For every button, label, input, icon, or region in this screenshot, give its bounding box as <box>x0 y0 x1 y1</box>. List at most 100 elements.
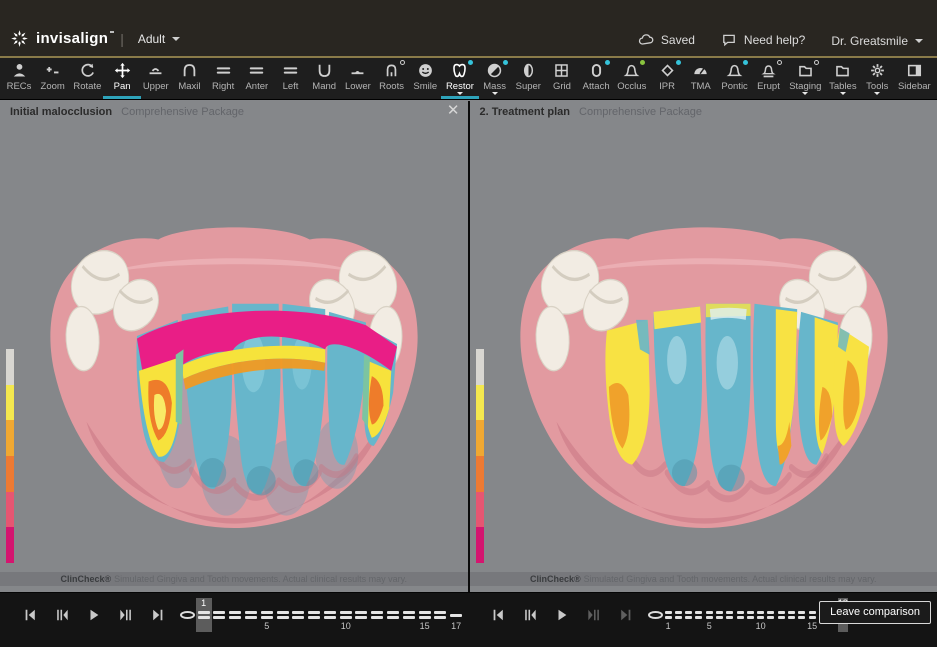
lines2-icon <box>248 62 265 79</box>
toolbar-item-label: Right <box>212 81 234 92</box>
timeline-stage-14[interactable] <box>797 598 807 632</box>
timeline-stage-12[interactable] <box>776 598 786 632</box>
go-to-first-stage-button[interactable] <box>485 604 511 626</box>
brand-group: invisalign | Adult <box>10 29 180 48</box>
toolbar-item-mass[interactable]: Mass <box>480 58 510 99</box>
close-icon[interactable]: ✕ <box>447 104 460 118</box>
teeth-3d-render-initial[interactable] <box>36 159 432 588</box>
toolbar-item-rotate[interactable]: Rotate <box>71 58 103 99</box>
need-help-button[interactable]: Need help? <box>721 32 805 48</box>
step-forward-button[interactable] <box>581 604 607 626</box>
toolbar-item-label: IPR <box>659 81 675 92</box>
timeline-start-marker[interactable] <box>180 598 196 632</box>
timeline-start-marker[interactable] <box>648 598 663 632</box>
toolbar-item-recs[interactable]: RECs <box>4 58 34 99</box>
smile-icon <box>417 62 434 79</box>
timeline-stage-8[interactable] <box>306 598 322 632</box>
toolbar-item-upper[interactable]: Upper <box>141 58 171 99</box>
arch-down-icon <box>316 62 333 79</box>
toolbar-item-right[interactable]: Right <box>208 58 238 99</box>
toolbar-item-zoom[interactable]: Zoom <box>38 58 68 99</box>
play-button[interactable] <box>549 604 575 626</box>
toolbar-item-maxil[interactable]: Maxil <box>174 58 204 99</box>
toolbar-item-roots[interactable]: Roots <box>377 58 407 99</box>
toolbar-item-label: Restor <box>446 81 474 92</box>
timeline-stage-5[interactable]: 5 <box>259 598 275 632</box>
timeline-stage-1[interactable]: 1 <box>663 598 673 632</box>
transport-initial: 15101517 <box>14 598 464 632</box>
toolbar-item-staging[interactable]: Staging <box>787 58 823 99</box>
toolbar-item-label: Zoom <box>41 81 65 92</box>
toolbar-item-erupt[interactable]: Erupt <box>754 58 784 99</box>
toolbar-item-tma[interactable]: TMA <box>686 58 716 99</box>
chat-bubble-icon <box>721 32 737 48</box>
timeline-stage-15[interactable]: 15 <box>417 598 433 632</box>
step-backward-button[interactable] <box>517 604 543 626</box>
playback-controls <box>482 598 642 626</box>
teeth-3d-render-treatment[interactable] <box>506 159 902 588</box>
gauge-icon <box>692 62 709 79</box>
toolbar-item-lower[interactable]: Lower <box>343 58 373 99</box>
toolbar-item-pan[interactable]: Pan <box>107 58 137 99</box>
go-to-first-stage-button[interactable] <box>17 604 43 626</box>
timeline-stage-4[interactable] <box>243 598 259 632</box>
saved-label: Saved <box>661 33 695 47</box>
timeline-stage-2[interactable] <box>673 598 683 632</box>
timeline-stage-1[interactable]: 1 <box>196 598 212 632</box>
play-button[interactable] <box>81 604 107 626</box>
timeline-stage-17[interactable]: 17 <box>448 598 464 632</box>
timeline-stage-4[interactable] <box>694 598 704 632</box>
toolbar-item-occlus[interactable]: Occlus <box>615 58 648 99</box>
toolbar-item-left[interactable]: Left <box>276 58 306 99</box>
timeline-stage-12[interactable] <box>369 598 385 632</box>
clincheck-disclaimer: ClinCheck®Simulated Gingiva and Tooth mo… <box>470 572 937 586</box>
timeline-stage-13[interactable] <box>786 598 796 632</box>
toolbar-item-smile[interactable]: Smile <box>410 58 440 99</box>
timeline-stage-11[interactable] <box>766 598 776 632</box>
timeline-stage-7[interactable] <box>725 598 735 632</box>
step-forward-button[interactable] <box>113 604 139 626</box>
toolbar-item-super[interactable]: Super <box>513 58 543 99</box>
toolbar-item-attach[interactable]: Attach <box>581 58 612 99</box>
go-to-last-stage-button[interactable] <box>145 604 171 626</box>
toolbar-item-restor[interactable]: Restor <box>444 58 476 99</box>
panel-title: 2. Treatment plan <box>480 106 570 118</box>
toolbar-item-sidebar[interactable]: Sidebar <box>896 58 933 99</box>
toolbar-item-ipr[interactable]: IPR <box>652 58 682 99</box>
timeline-stage-6[interactable] <box>275 598 291 632</box>
timeline-stage-8[interactable] <box>735 598 745 632</box>
toolbar-item-tables[interactable]: Tables <box>827 58 858 99</box>
timeline-stage-9[interactable] <box>745 598 755 632</box>
timeline-stage-2[interactable] <box>212 598 228 632</box>
timeline-stage-9[interactable] <box>322 598 338 632</box>
doctor-menu[interactable]: Dr. Greatsmile <box>831 34 923 48</box>
timeline-stage-10[interactable]: 10 <box>338 598 354 632</box>
timeline-stage-14[interactable] <box>401 598 417 632</box>
case-type-dropdown[interactable]: Adult <box>138 32 165 46</box>
toolbar-item-tools[interactable]: Tools <box>862 58 892 99</box>
toolbar-item-anter[interactable]: Anter <box>242 58 272 99</box>
timeline-stage-3[interactable] <box>227 598 243 632</box>
scale-segment <box>6 456 14 492</box>
timeline-stage-5[interactable]: 5 <box>704 598 714 632</box>
comparison-viewports: Initial malocclusion Comprehensive Packa… <box>0 101 937 592</box>
toolbar-item-label: Mass <box>483 81 506 92</box>
timeline-stage-13[interactable] <box>385 598 401 632</box>
chevron-down-icon[interactable] <box>172 37 180 45</box>
toolbar-item-mand[interactable]: Mand <box>309 58 339 99</box>
go-to-last-stage-button[interactable] <box>613 604 639 626</box>
panel-subtitle: Comprehensive Package <box>121 106 244 118</box>
clincheck-disclaimer: ClinCheck®Simulated Gingiva and Tooth mo… <box>0 572 468 586</box>
timeline-stage-15[interactable]: 15 <box>807 598 817 632</box>
toolbar-item-grid[interactable]: Grid <box>547 58 577 99</box>
toolbar-item-pontic[interactable]: Pontic <box>719 58 749 99</box>
timeline-stage-16[interactable] <box>433 598 449 632</box>
timeline-stage-6[interactable] <box>714 598 724 632</box>
timeline-stage-11[interactable] <box>354 598 370 632</box>
step-backward-button[interactable] <box>49 604 75 626</box>
timeline-stage-3[interactable] <box>684 598 694 632</box>
lines2-icon <box>215 62 232 79</box>
timeline-stage-10[interactable]: 10 <box>756 598 766 632</box>
timeline-stage-7[interactable] <box>290 598 306 632</box>
leave-comparison-button[interactable]: Leave comparison <box>819 601 931 624</box>
